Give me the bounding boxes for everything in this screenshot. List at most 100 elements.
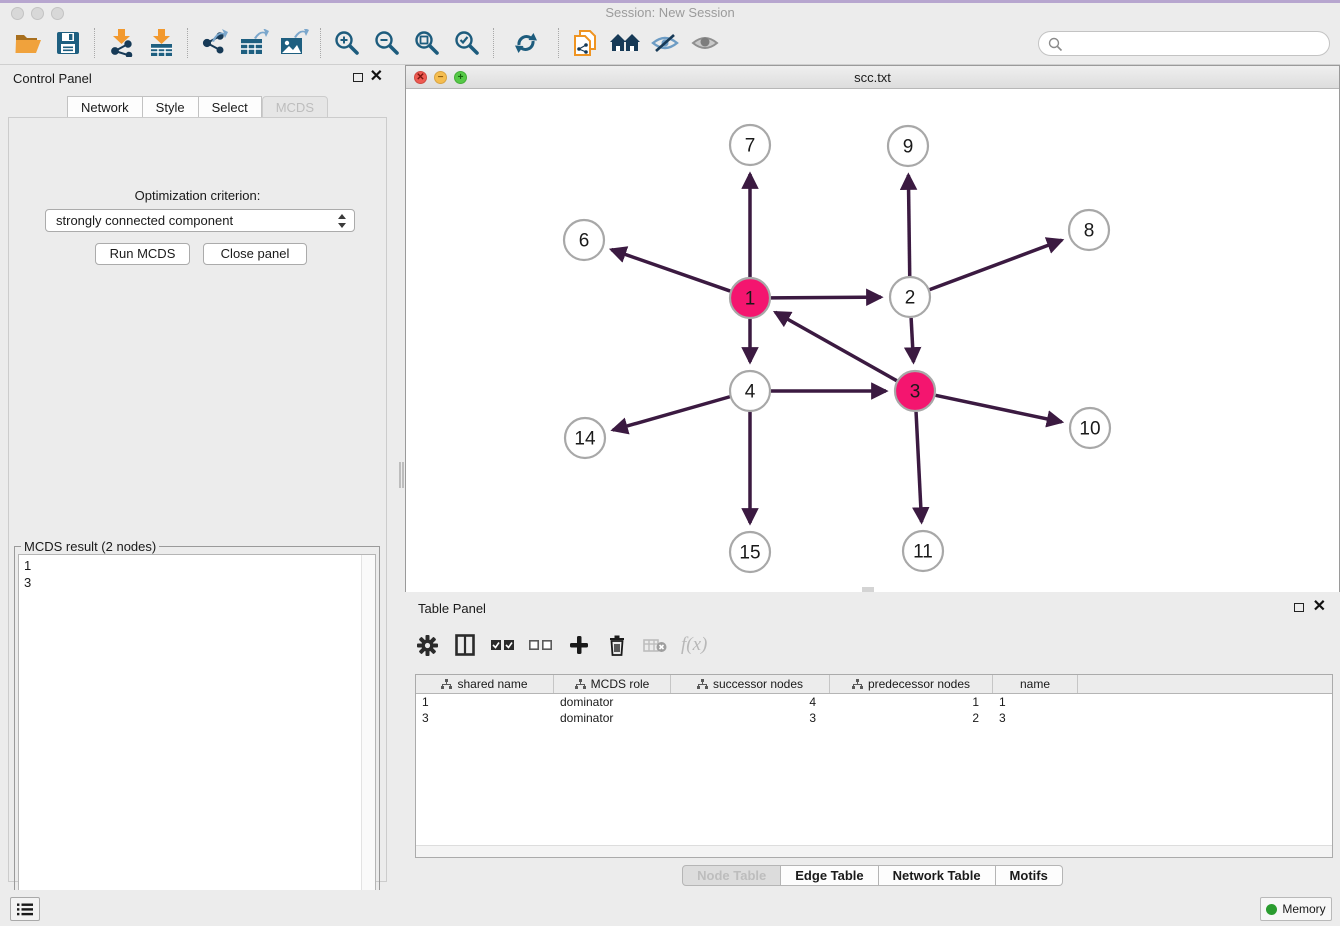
cell-successor-nodes[interactable]: 3 [671,710,830,726]
cell-predecessor-nodes[interactable]: 1 [830,694,993,710]
tab-select[interactable]: Select [199,96,262,118]
float-table-panel-icon[interactable] [1294,603,1304,612]
delete-table-button[interactable] [643,630,667,660]
zoom-selected-button[interactable] [447,24,487,62]
network-window-titlebar[interactable]: ✕ − + scc.txt [406,66,1339,89]
cell-name[interactable]: 3 [993,710,1078,726]
export-image-button[interactable] [274,24,314,62]
close-table-panel-icon[interactable]: ✕ [1313,598,1326,616]
column-header-successor-nodes[interactable]: successor nodes [671,675,830,693]
select-all-rows-button[interactable] [491,630,515,660]
graph-edge-3-10[interactable] [936,395,1062,422]
function-builder-button[interactable]: f(x) [681,630,707,660]
add-column-button[interactable] [567,630,591,660]
export-table-icon [239,29,269,57]
table-settings-button[interactable] [415,630,439,660]
graph-node-label-2: 2 [905,288,916,309]
clone-network-button[interactable] [565,24,605,62]
home-view-button[interactable] [605,24,645,62]
column-header-predecessor-nodes[interactable]: predecessor nodes [830,675,993,693]
graph-edge-2-9[interactable] [908,175,909,276]
tab-mcds[interactable]: MCDS [262,96,328,118]
table-horizontal-scrollbar[interactable] [416,845,1332,857]
network-view-window: ✕ − + scc.txt 1234678910111415 [405,65,1340,592]
graph-node-label-3: 3 [910,382,921,403]
graph-edge-3-11[interactable] [916,412,922,522]
import-network-button[interactable] [101,24,141,62]
tab-edge-table[interactable]: Edge Table [781,865,878,886]
app-titlebar: Session: New Session [0,3,1340,22]
table-row[interactable]: 1 dominator 4 1 1 [416,694,1332,710]
tab-motifs[interactable]: Motifs [996,865,1063,886]
tab-network[interactable]: Network [67,96,143,118]
mcds-result-text[interactable]: 1 3 [18,554,376,920]
cell-mcds-role[interactable]: dominator [554,694,671,710]
table-panel: Table Panel ✕ [405,595,1340,888]
mcds-result-title: MCDS result (2 nodes) [21,539,159,554]
graph-edge-1-6[interactable] [611,250,730,292]
import-table-button[interactable] [141,24,181,62]
clone-network-icon [571,28,599,58]
panel-splitter-handle[interactable] [399,462,404,488]
tab-network-table[interactable]: Network Table [879,865,996,886]
run-mcds-button[interactable]: Run MCDS [95,243,190,265]
task-history-button[interactable] [10,897,40,921]
zoom-fit-button[interactable] [407,24,447,62]
tab-node-table[interactable]: Node Table [682,865,781,886]
cell-shared-name[interactable]: 3 [416,710,554,726]
deselect-all-icon [529,639,553,651]
delete-column-button[interactable] [605,630,629,660]
tab-style[interactable]: Style [143,96,199,118]
graph-edge-1-2[interactable] [771,297,881,298]
column-header-name[interactable]: name [993,675,1078,693]
cell-successor-nodes[interactable]: 4 [671,694,830,710]
export-table-button[interactable] [234,24,274,62]
cell-name[interactable]: 1 [993,694,1078,710]
export-network-button[interactable] [194,24,234,62]
save-session-button[interactable] [48,24,88,62]
close-panel-icon[interactable]: ✕ [370,68,383,86]
select-stepper-icon [338,213,347,229]
tree-attribute-icon [441,679,452,690]
graph-edge-2-8[interactable] [930,240,1062,289]
graph-node-label-7: 7 [745,136,756,157]
zoom-in-button[interactable] [327,24,367,62]
home-view-icon [609,31,641,55]
cell-shared-name[interactable]: 1 [416,694,554,710]
network-canvas[interactable]: 1234678910111415 [406,90,1339,592]
delete-table-icon [643,637,667,653]
search-box [1038,31,1330,56]
column-header-shared-name[interactable]: shared name [416,675,554,693]
network-graph: 1234678910111415 [406,90,1339,592]
result-line: 1 [24,557,375,574]
table-row[interactable]: 3 dominator 3 2 3 [416,710,1332,726]
float-panel-icon[interactable] [353,73,363,82]
zoom-fit-icon [414,30,440,56]
cell-mcds-role[interactable]: dominator [554,710,671,726]
graph-node-label-9: 9 [903,137,914,158]
select-all-icon [491,639,515,651]
status-bar: Memory [0,890,1340,926]
zoom-out-button[interactable] [367,24,407,62]
deselect-all-rows-button[interactable] [529,630,553,660]
graph-edge-2-3[interactable] [911,318,913,362]
criterion-select[interactable]: strongly connected component [45,209,355,232]
graph-edge-3-1[interactable] [775,312,896,380]
main-toolbar [0,22,1340,65]
close-panel-button[interactable]: Close panel [203,243,307,265]
show-all-button[interactable] [685,24,725,62]
column-visibility-button[interactable] [453,630,477,660]
optimization-criterion-label: Optimization criterion: [9,188,386,203]
save-session-icon [56,31,80,55]
open-file-button[interactable] [8,24,48,62]
result-scrollbar[interactable] [361,555,375,919]
column-header-mcds-role[interactable]: MCDS role [554,675,671,693]
search-input[interactable] [1067,34,1322,53]
graph-node-label-8: 8 [1084,221,1095,242]
refresh-button[interactable] [506,24,546,62]
memory-button[interactable]: Memory [1260,897,1332,921]
cell-predecessor-nodes[interactable]: 2 [830,710,993,726]
canvas-resize-grip[interactable] [862,587,874,592]
hide-selected-button[interactable] [645,24,685,62]
graph-edge-4-14[interactable] [613,397,730,430]
